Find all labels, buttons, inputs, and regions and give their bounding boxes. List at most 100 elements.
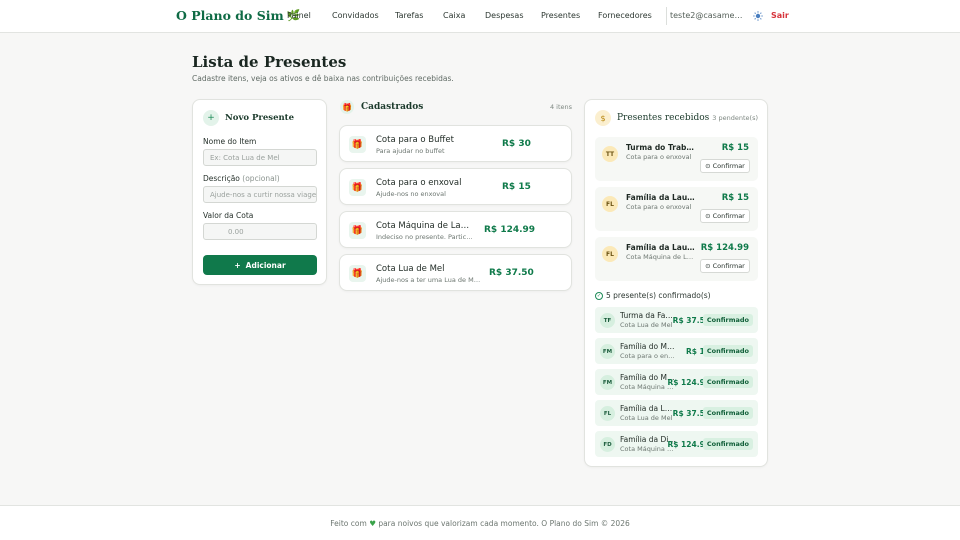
nav-divider	[666, 7, 667, 25]
avatar: FM	[600, 344, 615, 359]
nav-item-caixa[interactable]: Caixa	[443, 11, 465, 20]
nav-item-tarefas[interactable]: Tarefas	[395, 11, 423, 20]
gift-value: R$ 15	[721, 143, 749, 153]
nav-item-painel[interactable]: Painel	[287, 11, 311, 20]
received-gifts-panel: $ Presentes recebidos 3 pendente(s) TT T…	[584, 99, 768, 467]
confirmed-gift-item: TF Turma da Faculdade Cota Lua de Mel R$…	[595, 307, 758, 333]
giver-name: Turma da Faculdade	[620, 311, 676, 320]
value-input[interactable]: 0.00	[203, 223, 317, 240]
page-subtitle: Cadastre itens, veja os ativos e dê baix…	[192, 74, 454, 83]
footer-text-before: Feito com	[330, 519, 367, 528]
footer-text-after: para noivos que valorizam cada momento. …	[378, 519, 630, 528]
optional-hint: (opcional)	[242, 174, 280, 183]
status-badge: Confirmado	[702, 314, 753, 326]
gift-name: Cota para o enxoval	[626, 203, 692, 211]
gift-name: Cota Lua de Mel	[620, 414, 673, 422]
gift-icon: 🎁	[349, 265, 366, 282]
pending-gift-item: FL Família da Laurinha Cota Máquina de L…	[595, 237, 758, 281]
pending-count: 3 pendente(s)	[712, 114, 758, 122]
item-name-label: Nome do Item	[203, 137, 257, 146]
logout-link[interactable]: Sair	[771, 11, 789, 20]
nav-item-presentes[interactable]: Presentes	[541, 11, 580, 20]
add-gift-button[interactable]: + Adicionar	[203, 255, 317, 275]
nav-item-despesas[interactable]: Despesas	[485, 11, 524, 20]
form-heading: Novo Presente	[225, 113, 294, 123]
gift-value: R$ 124.99	[700, 243, 749, 253]
gift-name: Cota para o enxoval	[626, 153, 692, 161]
gift-icon: 🎁	[349, 136, 366, 153]
gift-name: Cota para o enxoval	[376, 178, 462, 188]
check-icon: ✓	[595, 291, 603, 300]
add-gift-button-label: Adicionar	[245, 260, 286, 270]
gift-description: Ajude-nos no enxoval	[376, 190, 446, 198]
gift-description: Indeciso no presente. Participe da cota	[376, 233, 474, 241]
gift-description: Para ajudar no buffet	[376, 147, 445, 155]
gift-name: Cota para o Buffet	[376, 135, 454, 145]
gift-icon: 🎁	[349, 222, 366, 239]
gift-item[interactable]: 🎁 Cota para o Buffet Para ajudar no buff…	[339, 125, 572, 162]
description-label: Descrição (opcional)	[203, 174, 280, 183]
nav-item-fornecedores[interactable]: Fornecedores	[598, 11, 652, 20]
coin-icon: $	[595, 110, 611, 126]
footer: Feito com ♥ para noivos que valorizam ca…	[0, 505, 960, 540]
top-navbar: O Plano do Sim 🌿 Painel Convidados Taref…	[0, 0, 960, 33]
confirmed-heading: ✓ 5 presente(s) confirmado(s)	[595, 291, 711, 300]
confirmed-heading-text: 5 presente(s) confirmado(s)	[606, 291, 711, 300]
brand-name: O Plano do Sim	[176, 8, 284, 23]
description-textarea[interactable]: Ajude-nos a curtir nossa viagem!	[203, 186, 317, 203]
giver-name: Família da Laurinha	[626, 243, 696, 252]
gift-value: R$ 37.50	[489, 268, 534, 278]
pending-gift-item: TT Turma do Trabalho Cota para o enxoval…	[595, 137, 758, 181]
status-badge: Confirmado	[702, 438, 753, 450]
registered-title: Cadastrados	[361, 102, 424, 112]
user-email: teste2@casamento.com	[670, 11, 746, 20]
sun-icon[interactable]	[753, 11, 763, 21]
description-label-text: Descrição	[203, 174, 240, 183]
gift-item[interactable]: 🎁 Cota Lua de Mel Ajude-nos a ter uma Lu…	[339, 254, 572, 291]
avatar: FM	[600, 375, 615, 390]
status-badge: Confirmado	[702, 345, 753, 357]
gift-item[interactable]: 🎁 Cota Máquina de Lavar Louça Indeciso n…	[339, 211, 572, 248]
check-circle-icon: ⊙	[705, 162, 711, 170]
giver-name: Família da Laurinha	[626, 193, 696, 202]
confirm-button[interactable]: ⊙ Confirmar	[700, 209, 750, 223]
footer-text: Feito com ♥ para noivos que valorizam ca…	[0, 519, 960, 528]
gift-description: Ajude-nos a ter uma Lua de Mel, inesquec…	[376, 276, 482, 284]
pending-gift-item: FL Família da Laurinha Cota para o enxov…	[595, 187, 758, 231]
confirm-button-label: Confirmar	[712, 262, 745, 270]
gift-name: Cota para o enxoval	[620, 352, 676, 360]
heart-icon: ♥	[369, 519, 376, 528]
confirm-button-label: Confirmar	[712, 162, 745, 170]
confirmed-gift-item: FL Família da Laurinha Cota Lua de Mel R…	[595, 400, 758, 426]
item-name-input[interactable]: Ex: Cota Lua de Mel	[203, 149, 317, 166]
avatar: FL	[600, 406, 615, 421]
gift-value: R$ 15	[502, 182, 531, 192]
status-badge: Confirmado	[702, 407, 753, 419]
gift-icon: 🎁	[349, 179, 366, 196]
gift-item[interactable]: 🎁 Cota para o enxoval Ajude-nos no enxov…	[339, 168, 572, 205]
gift-icon: 🎁	[340, 100, 354, 114]
check-circle-icon: ⊙	[705, 262, 711, 270]
plus-icon: +	[234, 260, 241, 270]
avatar: FD	[600, 437, 615, 452]
avatar: FL	[602, 246, 618, 262]
confirm-button[interactable]: ⊙ Confirmar	[700, 259, 750, 273]
confirmed-gift-item: FD Família da Dide Cota Máquina de Lavar…	[595, 431, 758, 457]
giver-name: Família do Mauro	[620, 342, 676, 351]
page-title: Lista de Presentes	[192, 53, 347, 71]
giver-name: Família da Laurinha	[620, 404, 676, 413]
brand-logo[interactable]: O Plano do Sim 🌿	[176, 8, 300, 23]
avatar: TF	[600, 313, 615, 328]
value-label: Valor da Cota	[203, 211, 254, 220]
avatar: TT	[602, 146, 618, 162]
status-badge: Confirmado	[702, 376, 753, 388]
confirmed-gift-item: FM Família do Mauro Cota para o enxoval …	[595, 338, 758, 364]
registered-count: 4 itens	[549, 103, 572, 111]
giver-name: Turma do Trabalho	[626, 143, 696, 152]
nav-item-convidados[interactable]: Convidados	[332, 11, 379, 20]
confirm-button[interactable]: ⊙ Confirmar	[700, 159, 750, 173]
gift-name: Cota Máquina de Lavar Louça	[626, 253, 696, 261]
new-gift-form: + Novo Presente Nome do Item Ex: Cota Lu…	[192, 99, 327, 285]
check-circle-icon: ⊙	[705, 212, 711, 220]
gift-name: Cota Lua de Mel	[376, 264, 445, 274]
